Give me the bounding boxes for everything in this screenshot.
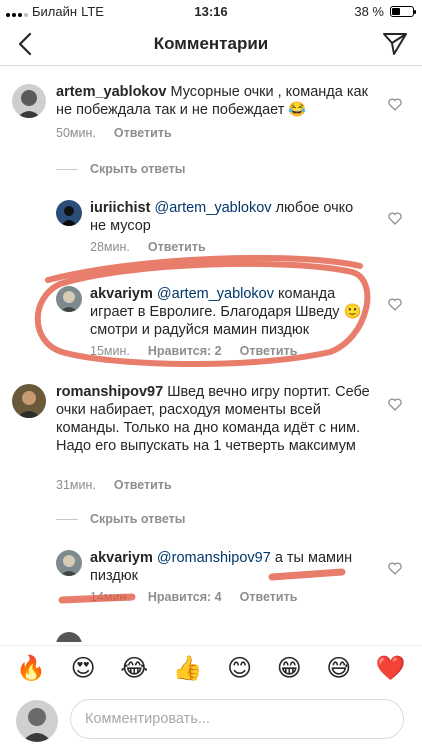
comment-meta: 14мин. Нравится: 4 Ответить: [90, 590, 297, 604]
hide-replies-button[interactable]: Скрыть ответы: [56, 162, 185, 176]
comment-text: akvariym @romanshipov97 а ты мамин пиздю…: [90, 549, 370, 585]
emoji-button[interactable]: 😁: [277, 654, 302, 682]
heart-icon[interactable]: [388, 212, 402, 225]
comment-username[interactable]: akvariym: [90, 286, 153, 302]
status-right: 38 %: [354, 4, 416, 19]
comment-text: akvariym @artem_yablokov команда играет …: [90, 285, 370, 339]
comments-list: artem_yablokov Мусорные очки , команда к…: [0, 66, 422, 642]
battery-level: [392, 8, 400, 15]
emoji-button[interactable]: 🔥: [16, 654, 46, 682]
heart-icon[interactable]: [388, 98, 402, 111]
likes-count[interactable]: Нравится: 4: [148, 590, 222, 604]
emoji-button[interactable]: 😊: [227, 654, 252, 682]
avatar[interactable]: [56, 200, 82, 226]
reply-button[interactable]: Ответить: [148, 240, 206, 254]
header: Комментарии: [0, 22, 422, 66]
comment-text: romanshipov97 Швед вечно игру портит. Се…: [56, 383, 374, 455]
comment-username[interactable]: iuriichist: [90, 200, 150, 216]
page-title: Комментарии: [153, 34, 269, 53]
reply-button[interactable]: Ответить: [240, 590, 298, 604]
status-bar: Билайн LTE 13:16 38 %: [0, 0, 422, 22]
comment-time: 50мин.: [56, 126, 96, 140]
hide-replies-label: Скрыть ответы: [90, 512, 186, 526]
heart-icon[interactable]: [388, 398, 402, 411]
avatar[interactable]: [12, 384, 46, 418]
comment-meta: 15мин. Нравится: 2 Ответить: [90, 344, 297, 358]
hide-replies-button[interactable]: Скрыть ответы: [56, 512, 185, 526]
battery-percent: 38 %: [354, 4, 384, 19]
emoji-button[interactable]: ❤️: [376, 654, 406, 682]
comment-time: 15мин.: [90, 344, 130, 358]
emoji-quick-bar: 🔥 😍 😂 👍 😊 😁 😅 ❤️: [0, 645, 422, 689]
comment-time: 31мин.: [56, 478, 96, 492]
paper-plane-icon: [383, 33, 407, 55]
comment-composer: [0, 690, 422, 750]
likes-count[interactable]: Нравится: 2: [148, 344, 222, 358]
divider-line: [56, 168, 78, 170]
comment-meta: 50мин. Ответить: [56, 126, 172, 140]
heart-icon[interactable]: [388, 298, 402, 311]
comment-username[interactable]: artem_yablokov: [56, 84, 166, 100]
emoji-button[interactable]: 😍: [71, 654, 96, 682]
reply-button[interactable]: Ответить: [240, 344, 298, 358]
heart-icon[interactable]: [388, 562, 402, 575]
comment-username[interactable]: romanshipov97: [56, 384, 163, 400]
avatar[interactable]: [12, 84, 46, 118]
comment-meta: 31мин. Ответить: [56, 478, 172, 492]
share-button[interactable]: [382, 30, 408, 56]
avatar[interactable]: [56, 632, 82, 642]
comment-text: iuriichist @artem_yablokov любое очко не…: [90, 199, 370, 235]
reply-button[interactable]: Ответить: [114, 478, 172, 492]
comment-meta: 28мин. Ответить: [90, 240, 206, 254]
avatar: [16, 700, 58, 742]
comment-text: artem_yablokov Мусорные очки , команда к…: [56, 83, 376, 119]
reply-button[interactable]: Ответить: [114, 126, 172, 140]
battery-icon: [390, 6, 416, 17]
comment-input[interactable]: [70, 699, 404, 739]
emoji-button[interactable]: 😂: [120, 654, 148, 682]
emoji-button[interactable]: 👍: [173, 654, 203, 682]
comment-mention[interactable]: @artem_yablokov: [154, 200, 271, 216]
avatar[interactable]: [56, 286, 82, 312]
avatar[interactable]: [56, 550, 82, 576]
comment-username[interactable]: akvariym: [90, 550, 153, 566]
comment-time: 28мин.: [90, 240, 130, 254]
comment-time: 14мин.: [90, 590, 130, 604]
divider-line: [56, 518, 78, 520]
emoji-button[interactable]: 😅: [326, 654, 351, 682]
hide-replies-label: Скрыть ответы: [90, 162, 186, 176]
comment-mention[interactable]: @artem_yablokov: [157, 286, 274, 302]
comment-mention[interactable]: @romanshipov97: [157, 550, 271, 566]
